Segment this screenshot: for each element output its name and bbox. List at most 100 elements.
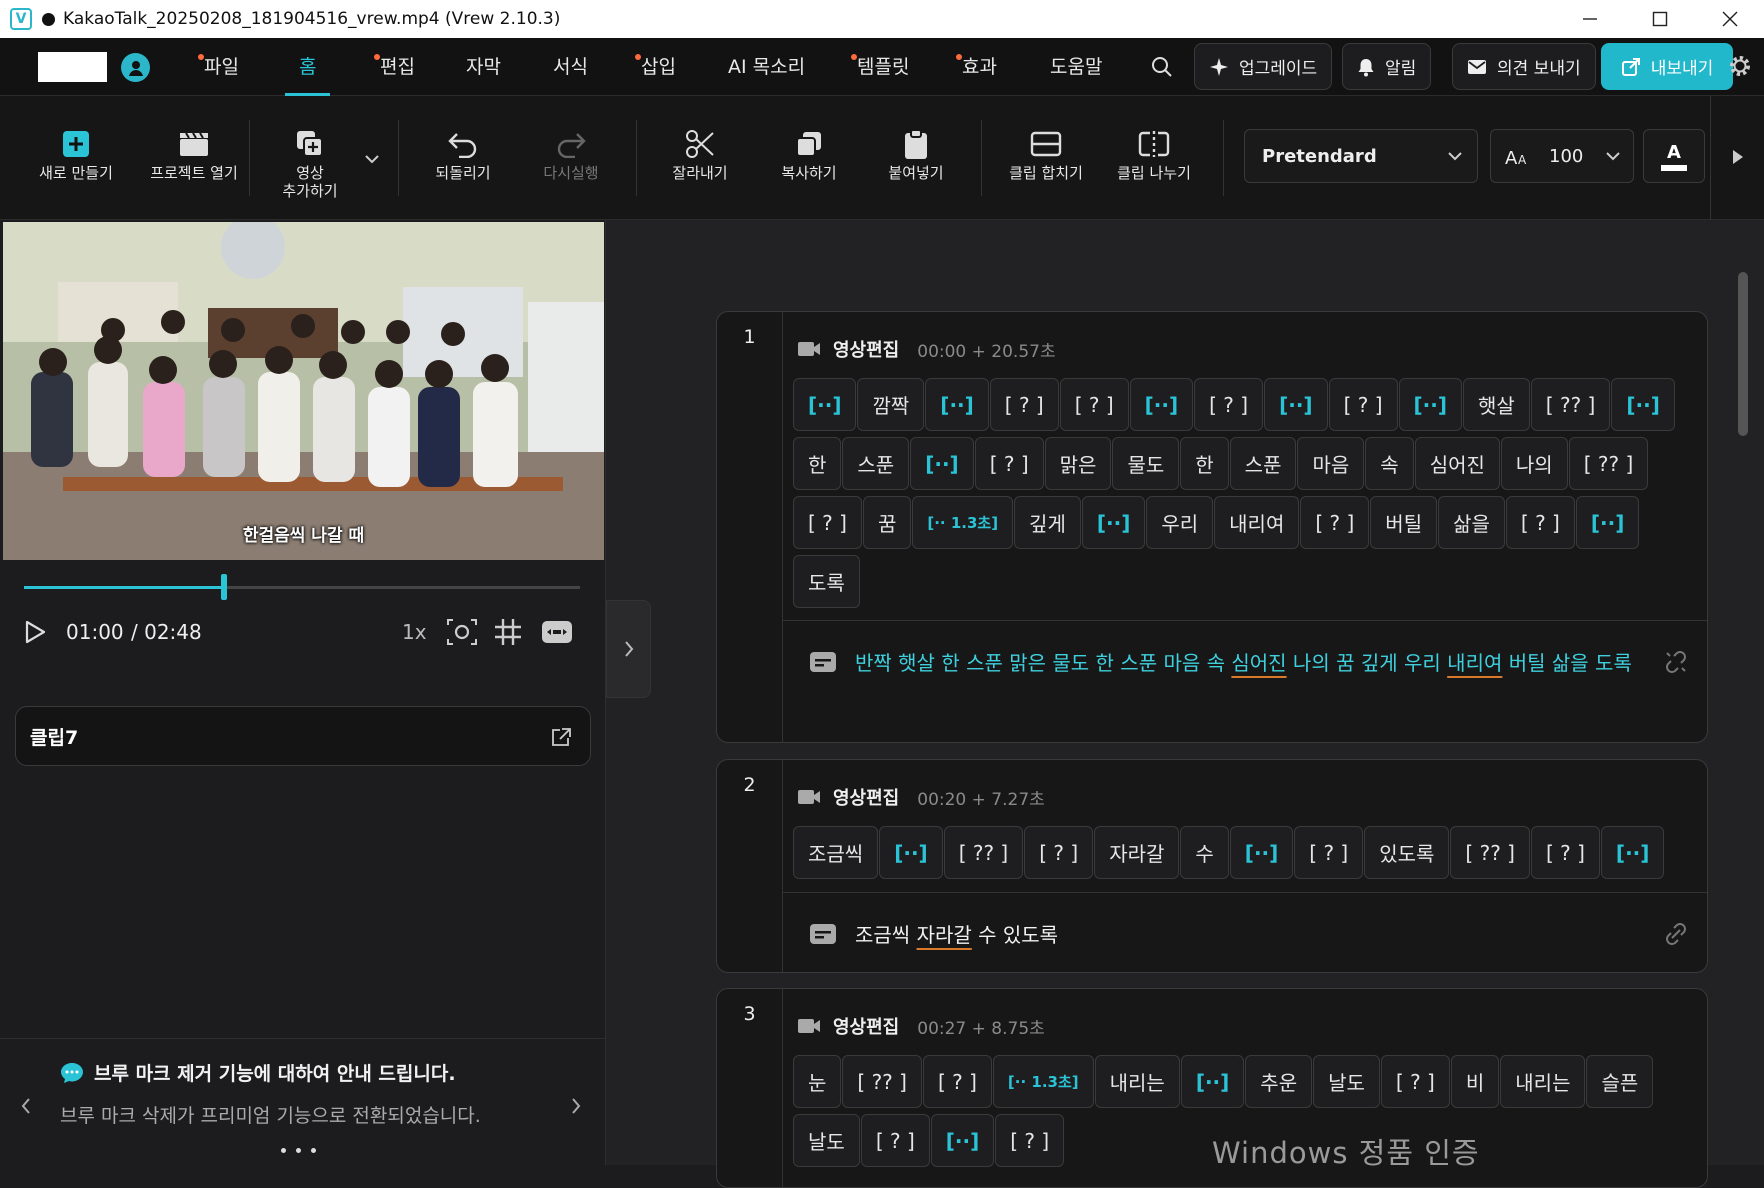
- word-chip[interactable]: [ ? ]: [1024, 826, 1094, 879]
- search-icon[interactable]: [1150, 55, 1174, 83]
- word-chip[interactable]: [ ? ]: [1505, 496, 1575, 549]
- word-chip[interactable]: 깊게: [1014, 496, 1081, 549]
- menu-file[interactable]: 파일: [198, 38, 239, 96]
- word-chip[interactable]: 자라갈: [1094, 826, 1180, 879]
- play-button[interactable]: [24, 615, 46, 649]
- menu-help[interactable]: 도움말: [1050, 38, 1102, 96]
- subtitle-toggle-icon[interactable]: [541, 615, 573, 649]
- word-chip[interactable]: 날도: [793, 1114, 860, 1167]
- word-chip[interactable]: 맑은: [1044, 437, 1112, 490]
- minimize-icon[interactable]: [1558, 0, 1622, 38]
- silence-chip[interactable]: [··]: [1398, 378, 1462, 431]
- open-project-button[interactable]: 프로젝트 열기: [136, 96, 252, 220]
- clip-type-label[interactable]: 영상편집: [833, 1013, 899, 1039]
- word-chip[interactable]: [ ? ]: [1059, 378, 1129, 431]
- word-chip[interactable]: 햇살: [1462, 378, 1530, 431]
- silence-chip[interactable]: [··]: [1575, 496, 1640, 549]
- word-chip[interactable]: [ ?? ]: [1530, 378, 1611, 431]
- word-chip[interactable]: 물도: [1112, 437, 1180, 490]
- merge-clips-button[interactable]: 클립 합치기: [1002, 96, 1090, 220]
- menu-ai-voice[interactable]: AI 목소리: [728, 38, 805, 96]
- video-preview[interactable]: 한걸음씩 나갈 때: [3, 222, 604, 560]
- screenshot-icon[interactable]: [446, 615, 478, 649]
- word-chip[interactable]: [ ? ]: [860, 1114, 930, 1167]
- word-chip[interactable]: [ ? ]: [1294, 826, 1364, 879]
- word-chip[interactable]: 내리는: [1500, 1055, 1586, 1108]
- silence-chip[interactable]: [··]: [1081, 496, 1146, 549]
- chevron-left-icon[interactable]: [20, 1097, 32, 1119]
- word-chip[interactable]: 비: [1450, 1055, 1500, 1108]
- word-chip[interactable]: [ ? ]: [1328, 378, 1398, 431]
- word-chip[interactable]: 우리: [1146, 496, 1214, 549]
- broken-link-icon[interactable]: [1663, 649, 1689, 675]
- settings-gear-icon[interactable]: [1727, 53, 1753, 83]
- word-chip[interactable]: 삶을: [1438, 496, 1505, 549]
- word-chip[interactable]: 수: [1180, 826, 1229, 879]
- silence-chip[interactable]: [··]: [925, 378, 989, 431]
- word-chip[interactable]: 깜짝: [857, 378, 925, 431]
- word-chip[interactable]: [ ? ]: [989, 378, 1059, 431]
- word-chip[interactable]: 한: [1180, 437, 1229, 490]
- close-icon[interactable]: [1698, 0, 1762, 38]
- silence-chip[interactable]: [··]: [930, 1114, 995, 1167]
- paste-button[interactable]: 붙여넣기: [876, 96, 956, 220]
- menu-home[interactable]: 홈: [284, 38, 332, 96]
- notice-pagination[interactable]: [281, 1148, 316, 1153]
- word-chip[interactable]: [ ? ]: [922, 1055, 992, 1108]
- word-chip[interactable]: 한: [793, 437, 842, 490]
- redo-button[interactable]: 다시실행: [531, 96, 611, 220]
- timeline-scrubber[interactable]: [221, 574, 228, 600]
- silence-chip[interactable]: [·· 1.3초]: [992, 1055, 1094, 1108]
- clip-type-label[interactable]: 영상편집: [833, 336, 899, 362]
- playback-speed[interactable]: 1x: [402, 615, 427, 649]
- word-chip[interactable]: 스푼: [842, 437, 910, 490]
- word-chip[interactable]: [ ? ]: [1300, 496, 1370, 549]
- font-family-select[interactable]: Pretendard: [1244, 129, 1478, 183]
- chevron-right-icon[interactable]: [570, 1097, 582, 1119]
- open-external-icon[interactable]: [550, 727, 572, 747]
- silence-chip[interactable]: [··]: [1611, 378, 1675, 431]
- silence-chip[interactable]: [··]: [910, 437, 974, 490]
- split-clips-button[interactable]: 클립 나누기: [1110, 96, 1198, 220]
- notice-title[interactable]: 브루 마크 제거 기능에 대하여 안내 드립니다.: [94, 1059, 456, 1086]
- menu-edit[interactable]: 편집: [374, 38, 415, 96]
- silence-chip[interactable]: [··]: [1600, 826, 1665, 879]
- cut-button[interactable]: 잘라내기: [660, 96, 740, 220]
- word-chip[interactable]: [ ? ]: [1530, 826, 1600, 879]
- silence-chip[interactable]: [··]: [1264, 378, 1328, 431]
- word-chip[interactable]: 내리여: [1214, 496, 1300, 549]
- menu-subtitle[interactable]: 자막: [466, 38, 501, 96]
- word-chip[interactable]: 도록: [793, 555, 860, 608]
- subtitle-text[interactable]: 조금씩 자라갈 수 있도록: [855, 915, 1637, 955]
- toolbar-more-arrow-icon[interactable]: [1731, 148, 1745, 170]
- text-color-button[interactable]: A: [1643, 129, 1705, 183]
- word-chip[interactable]: 날도: [1313, 1055, 1380, 1108]
- menu-format[interactable]: 서식: [553, 38, 588, 96]
- word-chip[interactable]: 마음: [1297, 437, 1365, 490]
- maximize-icon[interactable]: [1628, 0, 1692, 38]
- add-video-button[interactable]: 영상 추가하기: [270, 96, 350, 220]
- silence-chip[interactable]: [··]: [1229, 826, 1294, 879]
- notification-button[interactable]: 알림: [1342, 43, 1432, 90]
- silence-chip[interactable]: [··]: [1129, 378, 1194, 431]
- word-chip[interactable]: 있도록: [1364, 826, 1450, 879]
- panel-collapse-toggle[interactable]: [606, 600, 651, 698]
- chevron-down-icon[interactable]: [364, 150, 380, 169]
- word-chip[interactable]: 꿈: [862, 496, 912, 549]
- word-chip[interactable]: 내리는: [1094, 1055, 1180, 1108]
- playback-timeline[interactable]: [24, 574, 580, 600]
- word-chip[interactable]: [ ? ]: [793, 496, 862, 549]
- silence-chip[interactable]: [··]: [793, 378, 857, 431]
- silence-chip[interactable]: [··]: [1180, 1055, 1245, 1108]
- word-chip[interactable]: 나의: [1500, 437, 1568, 490]
- menu-effects[interactable]: 효과: [956, 38, 997, 96]
- undo-button[interactable]: 되돌리기: [423, 96, 503, 220]
- word-chip[interactable]: 속: [1365, 437, 1414, 490]
- page-dot[interactable]: [311, 1148, 316, 1153]
- word-chip[interactable]: [ ? ]: [1380, 1055, 1450, 1108]
- word-chip[interactable]: [ ? ]: [1194, 378, 1264, 431]
- word-chip[interactable]: 버틸: [1370, 496, 1438, 549]
- upgrade-button[interactable]: 업그레이드: [1194, 43, 1333, 90]
- word-chip[interactable]: [ ? ]: [995, 1114, 1065, 1167]
- word-chip[interactable]: 심어진: [1414, 437, 1500, 490]
